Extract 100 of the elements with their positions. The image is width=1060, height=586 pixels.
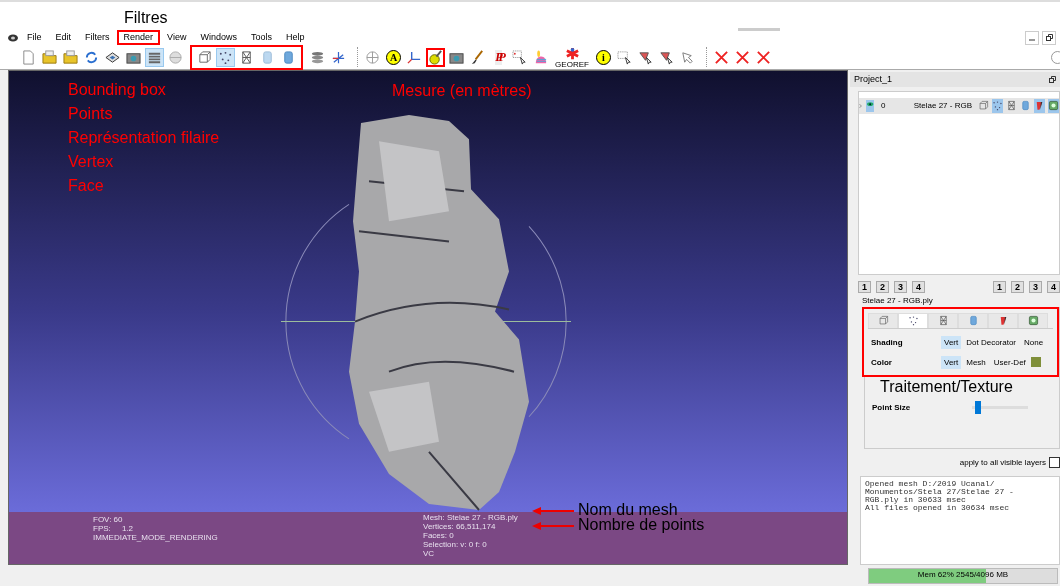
layer-index: 0 [879, 101, 887, 111]
app-logo-icon [8, 33, 18, 42]
option-button[interactable]: User-Def [990, 355, 1029, 369]
menu-item[interactable]: Tools [243, 30, 279, 45]
render-mode-button[interactable] [1048, 98, 1059, 113]
render-tab[interactable] [928, 312, 958, 328]
menu-item[interactable]: File [20, 30, 49, 45]
memory-text: Mem 62% 2545/4096 MB [916, 569, 1010, 579]
render-mode-button[interactable] [1006, 98, 1017, 113]
info-text: Faces: 0 [423, 531, 455, 540]
view-button[interactable]: 1 [858, 280, 871, 293]
toolbar-button[interactable] [145, 47, 164, 67]
colored-mesh-icon [1048, 100, 1059, 112]
annotation-text: Face [68, 177, 104, 195]
menu-item[interactable]: Render [116, 30, 161, 45]
checkbox-label: apply to all visible layers [959, 457, 1046, 467]
toolbar-button[interactable]: GEOREF [552, 47, 592, 67]
refresh-icon [84, 49, 99, 65]
restore-button[interactable] [1042, 30, 1056, 45]
info-text: VC [423, 549, 436, 558]
annotation-text: Représentation filaire [68, 129, 220, 147]
stack-icon [310, 49, 325, 65]
folder-icon [63, 49, 78, 65]
trackball-arc[interactable] [528, 225, 567, 418]
setting-label: Shading [870, 337, 904, 347]
option-button[interactable]: Mesh [963, 355, 989, 369]
eye-icon [865, 99, 874, 109]
panel-title: Project_1 [854, 74, 893, 85]
menu-item[interactable]: Help [278, 30, 312, 45]
annotation-text: Filtres [124, 9, 168, 27]
layer-row[interactable]: 0 Stelae 27 - RGB [859, 97, 1059, 114]
option-button[interactable]: Vert [941, 335, 962, 349]
annotation-text: Nombre de points [578, 516, 705, 534]
annotation-text: Points [68, 105, 113, 123]
menu-item[interactable]: View [160, 30, 194, 45]
wireframe-icon [1006, 100, 1017, 112]
view-button[interactable]: 2 [1011, 280, 1024, 293]
select-rectangle-icon [617, 49, 632, 65]
cylinder-icon [1020, 100, 1031, 112]
render-tab[interactable] [868, 312, 898, 328]
menu-item[interactable]: Edit [48, 30, 79, 45]
option-button[interactable]: Dot Decorator [963, 335, 1020, 349]
toolbar-button[interactable] [510, 47, 529, 67]
document-icon [21, 49, 36, 65]
info-text: IMMEDIATE_MODE_RENDERING [93, 533, 219, 542]
annotation-text: Traitement/Texture [880, 378, 1013, 396]
cube-icon [978, 100, 989, 112]
toolbar-button[interactable] [216, 47, 235, 67]
log-text: Opened mesh D:/2019 Ucanal/ Monumentos/Stela 27/Stelae 27 - RGB.ply in 30633 msec [865, 479, 1015, 504]
axes-icon [331, 49, 346, 65]
view-button[interactable]: 3 [894, 280, 907, 293]
wireframe-icon [239, 49, 254, 65]
sphere-icon [168, 49, 183, 65]
view-button[interactable]: 2 [876, 280, 889, 293]
info-text: FPS: 1.2 [93, 524, 134, 533]
mesh-file-name: Stelae 27 - RGB.ply [861, 294, 934, 305]
render-tab[interactable] [958, 312, 988, 328]
menu-item[interactable]: Filters [78, 30, 117, 45]
toolbar-button[interactable]: PP [489, 47, 508, 67]
tape-measure-icon [428, 49, 443, 65]
render-mode-button[interactable] [1034, 98, 1045, 113]
visibility-toggle[interactable] [865, 99, 874, 112]
info-text: Mesh: Stelae 27 - RGB.ply [423, 513, 518, 522]
colored-mesh-icon [1027, 315, 1039, 327]
option-button[interactable]: Vert [941, 355, 962, 369]
render-tab[interactable] [1018, 312, 1048, 328]
setting-label: Color [870, 357, 893, 367]
view-button[interactable]: 4 [1047, 280, 1060, 293]
checkbox[interactable] [1049, 456, 1060, 468]
layer-name: Stelae 27 - RGB [913, 101, 972, 111]
menu-item[interactable]: Windows [193, 30, 244, 45]
slider-thumb[interactable] [974, 400, 981, 414]
cube-icon [197, 49, 212, 65]
delete-cross-icon [714, 49, 729, 65]
trackball-icon [365, 49, 380, 65]
view-button[interactable]: 4 [912, 280, 925, 293]
select-faces-icon [638, 49, 653, 65]
asterisk-icon [564, 45, 580, 61]
restore-icon [1045, 34, 1053, 41]
cube-icon [877, 315, 889, 327]
trackball-arc[interactable] [285, 203, 350, 440]
info-text: Vertices: 66,511,174 [423, 522, 497, 531]
render-mode-button[interactable] [978, 98, 989, 113]
annotation-text: Bounding box [68, 81, 166, 99]
float-panel-icon[interactable] [1049, 75, 1056, 83]
scrollbar-handle[interactable] [738, 28, 780, 31]
option-button[interactable]: None [1021, 335, 1047, 349]
render-mode-button[interactable] [992, 98, 1003, 113]
cylinder-icon [967, 315, 979, 327]
axes-icon [407, 49, 422, 65]
dots-icon [992, 100, 1003, 112]
toolbar-button[interactable] [426, 47, 445, 67]
info-text: FOV: 60 [93, 515, 124, 524]
cylinder-icon [260, 49, 275, 65]
view-button[interactable]: 3 [1029, 280, 1042, 293]
delete-cross-icon [735, 49, 750, 65]
render-tab[interactable] [988, 312, 1018, 328]
color-swatch[interactable] [1030, 357, 1041, 368]
wireframe-icon [937, 315, 949, 327]
view-button[interactable]: 1 [993, 280, 1006, 293]
